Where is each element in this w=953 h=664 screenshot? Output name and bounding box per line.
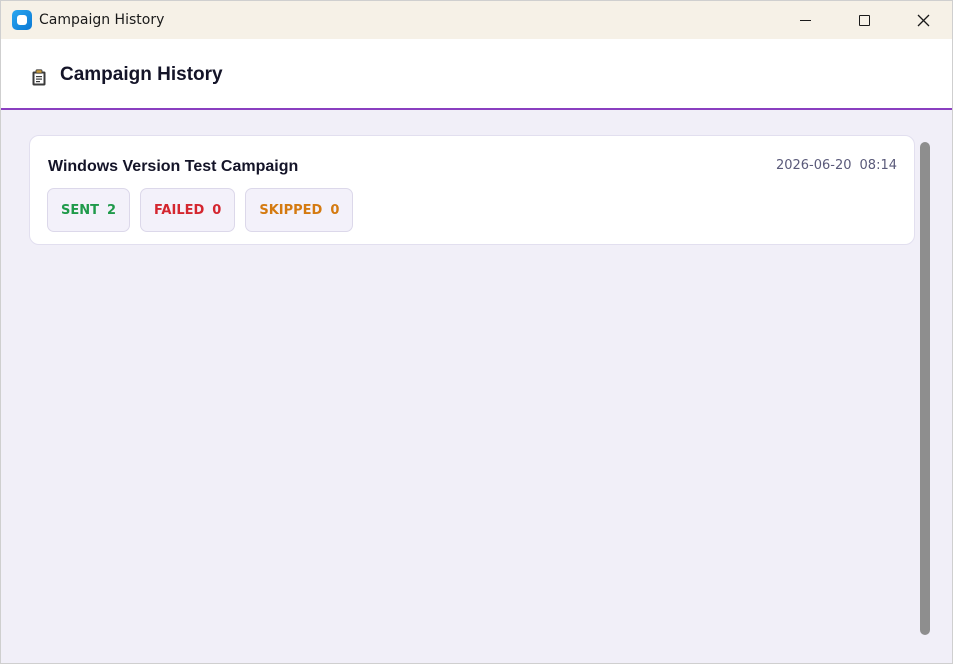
failed-badge: FAILED 0 <box>140 188 236 232</box>
minimize-icon <box>799 19 811 21</box>
minimize-button[interactable] <box>776 1 834 39</box>
campaign-date: 2026-06-20 <box>775 158 852 173</box>
sent-count: 2 <box>107 202 117 218</box>
maximize-icon <box>858 14 870 26</box>
close-button[interactable] <box>894 1 952 39</box>
clipboard-icon <box>32 69 46 86</box>
campaign-time: 08:14 <box>859 158 897 173</box>
app-icon <box>12 10 32 30</box>
app-header: Campaign History <box>1 39 952 110</box>
title-bar[interactable]: Campaign History <box>1 1 952 39</box>
skipped-badge: SKIPPED 0 <box>245 188 354 232</box>
campaign-name: Windows Version Test Campaign <box>48 158 299 175</box>
close-icon <box>917 14 929 26</box>
app-window: Campaign History Campaign History Window… <box>0 0 953 664</box>
skipped-count: 0 <box>330 202 340 218</box>
vertical-scrollbar[interactable] <box>920 142 930 635</box>
page-title: Campaign History <box>60 64 223 85</box>
maximize-button[interactable] <box>835 1 893 39</box>
skipped-label: SKIPPED <box>259 202 323 218</box>
failed-count: 0 <box>212 202 222 218</box>
failed-label: FAILED <box>154 202 205 218</box>
campaign-timestamp: 2026-06-20 08:14 <box>776 158 897 173</box>
campaign-card[interactable]: Windows Version Test Campaign 2026-06-20… <box>29 135 915 245</box>
sent-badge: SENT 2 <box>47 188 131 232</box>
window-title: Campaign History <box>39 12 165 28</box>
sent-label: SENT <box>61 202 99 218</box>
campaign-stats: SENT 2 FAILED 0 SKIPPED 0 <box>47 188 354 232</box>
campaign-list: Windows Version Test Campaign 2026-06-20… <box>1 110 952 663</box>
